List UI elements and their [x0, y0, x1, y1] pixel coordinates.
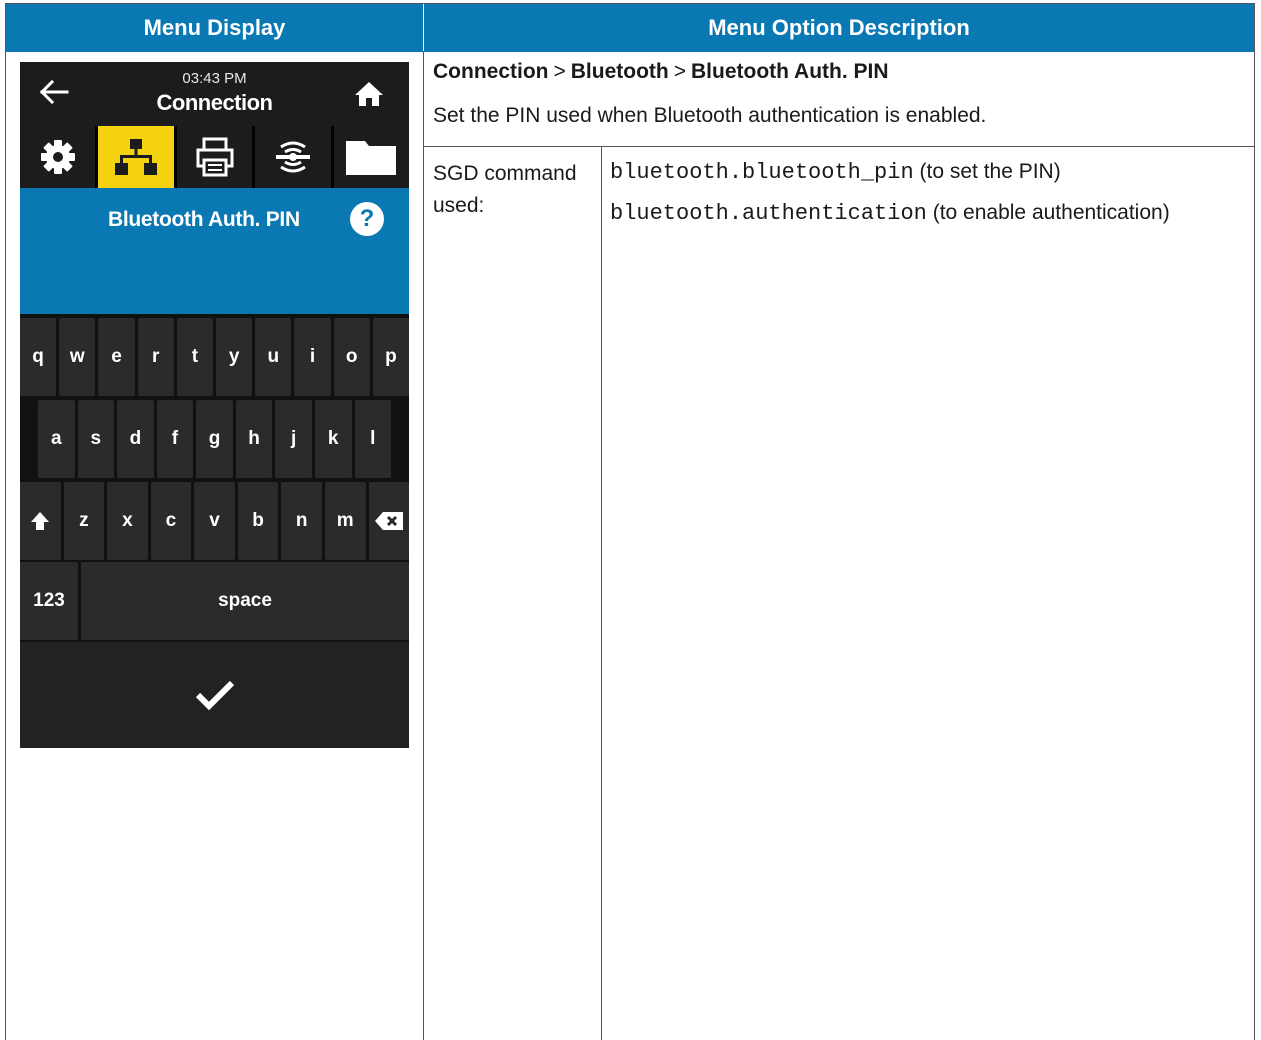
- backspace-key[interactable]: [368, 482, 409, 560]
- key-u[interactable]: u: [255, 318, 292, 396]
- network-icon: [115, 139, 158, 175]
- key-i[interactable]: i: [294, 318, 331, 396]
- key-b[interactable]: b: [237, 482, 279, 560]
- column-divider: [423, 51, 424, 1040]
- key-m[interactable]: m: [324, 482, 366, 560]
- row-divider: [423, 146, 1254, 147]
- screen-header: Bluetooth Auth. PIN ?: [20, 188, 409, 314]
- breadcrumb-connection: Connection: [433, 60, 549, 83]
- sensor-icon: [275, 141, 310, 173]
- tab-sensor[interactable]: [255, 126, 331, 188]
- header-menu-display: Menu Display: [6, 4, 424, 52]
- key-t[interactable]: t: [176, 318, 214, 396]
- key-f[interactable]: f: [156, 400, 194, 478]
- key-y[interactable]: y: [216, 318, 253, 396]
- tab-storage[interactable]: [333, 126, 409, 188]
- sgd-label: SGD command used:: [433, 162, 577, 217]
- key-l[interactable]: l: [354, 400, 392, 478]
- shift-key[interactable]: [20, 482, 61, 560]
- tab-print[interactable]: [176, 126, 253, 188]
- key-j[interactable]: j: [275, 400, 312, 478]
- keyboard-row-2: a s d f g h j k l: [20, 400, 409, 478]
- screen-topbar: 03:43 PM Connection: [20, 62, 409, 124]
- space-key[interactable]: space: [81, 562, 409, 640]
- menu-option-title: Bluetooth Auth. PIN: [108, 208, 300, 231]
- key-z[interactable]: z: [63, 482, 105, 560]
- key-a[interactable]: a: [38, 400, 75, 478]
- command-code: bluetooth.bluetooth_pin: [610, 160, 914, 185]
- backspace-icon: [374, 512, 403, 530]
- breadcrumb-bluetooth-auth-pin: Bluetooth Auth. PIN: [691, 60, 889, 83]
- shift-arrow-icon: [31, 512, 50, 530]
- key-k[interactable]: k: [314, 400, 352, 478]
- key-d[interactable]: d: [117, 400, 154, 478]
- confirm-button[interactable]: [20, 642, 409, 748]
- breadcrumb-bluetooth: Bluetooth: [570, 60, 669, 83]
- checkmark-icon: [195, 680, 234, 711]
- screen-title: Connection: [156, 90, 274, 115]
- key-v[interactable]: v: [194, 482, 235, 560]
- key-p[interactable]: p: [372, 318, 409, 396]
- keyboard-row-1: q w e r t y u i o p: [20, 318, 409, 396]
- key-h[interactable]: h: [235, 400, 273, 478]
- home-icon[interactable]: [354, 80, 384, 108]
- command-code: bluetooth.authentication: [610, 201, 927, 226]
- command-note: (to set the PIN): [919, 160, 1061, 183]
- option-description: Set the PIN used when Bluetooth authenti…: [433, 104, 987, 127]
- key-n[interactable]: n: [281, 482, 322, 560]
- breadcrumb-separator: >: [553, 60, 566, 83]
- breadcrumb-separator: >: [673, 60, 687, 83]
- sgd-command-authentication: bluetooth.authentication (to enable auth…: [610, 197, 1250, 230]
- key-g[interactable]: g: [196, 400, 233, 478]
- key-w[interactable]: w: [59, 318, 96, 396]
- help-icon[interactable]: ?: [350, 202, 384, 236]
- keyboard-row-4: 123 space: [20, 562, 409, 640]
- folder-icon: [346, 141, 397, 175]
- key-q[interactable]: q: [20, 318, 57, 396]
- tab-settings[interactable]: [20, 126, 96, 188]
- key-o[interactable]: o: [333, 318, 370, 396]
- clock-time: 03:43 PM: [182, 70, 247, 87]
- breadcrumb: Connection > Bluetooth > Bluetooth Auth. PIN: [433, 60, 889, 84]
- key-x[interactable]: x: [107, 482, 148, 560]
- numbers-key[interactable]: 123: [20, 562, 78, 640]
- key-e[interactable]: e: [98, 318, 135, 396]
- tab-connection[interactable]: [98, 126, 174, 188]
- gear-icon: [40, 140, 75, 174]
- sgd-command-pin: bluetooth.bluetooth_pin (to set the PIN): [610, 156, 1250, 189]
- printer-icon: [196, 137, 234, 177]
- keyboard-row-3: z x c v b n m: [20, 482, 409, 560]
- sgd-commands: bluetooth.bluetooth_pin (to set the PIN)…: [610, 156, 1250, 238]
- menu-tab-bar: [20, 126, 409, 188]
- on-screen-keyboard: q w e r t y u i o p a s d f g h j k l z …: [20, 314, 409, 748]
- header-menu-option-description: Menu Option Description: [424, 4, 1254, 52]
- key-s[interactable]: s: [77, 400, 115, 478]
- key-r[interactable]: r: [137, 318, 174, 396]
- printer-touchscreen: 03:43 PM Connection Bluetooth Auth. PIN …: [20, 62, 409, 748]
- key-c[interactable]: c: [150, 482, 192, 560]
- command-note: (to enable authentication): [932, 201, 1170, 224]
- sgd-column-divider: [601, 146, 602, 1040]
